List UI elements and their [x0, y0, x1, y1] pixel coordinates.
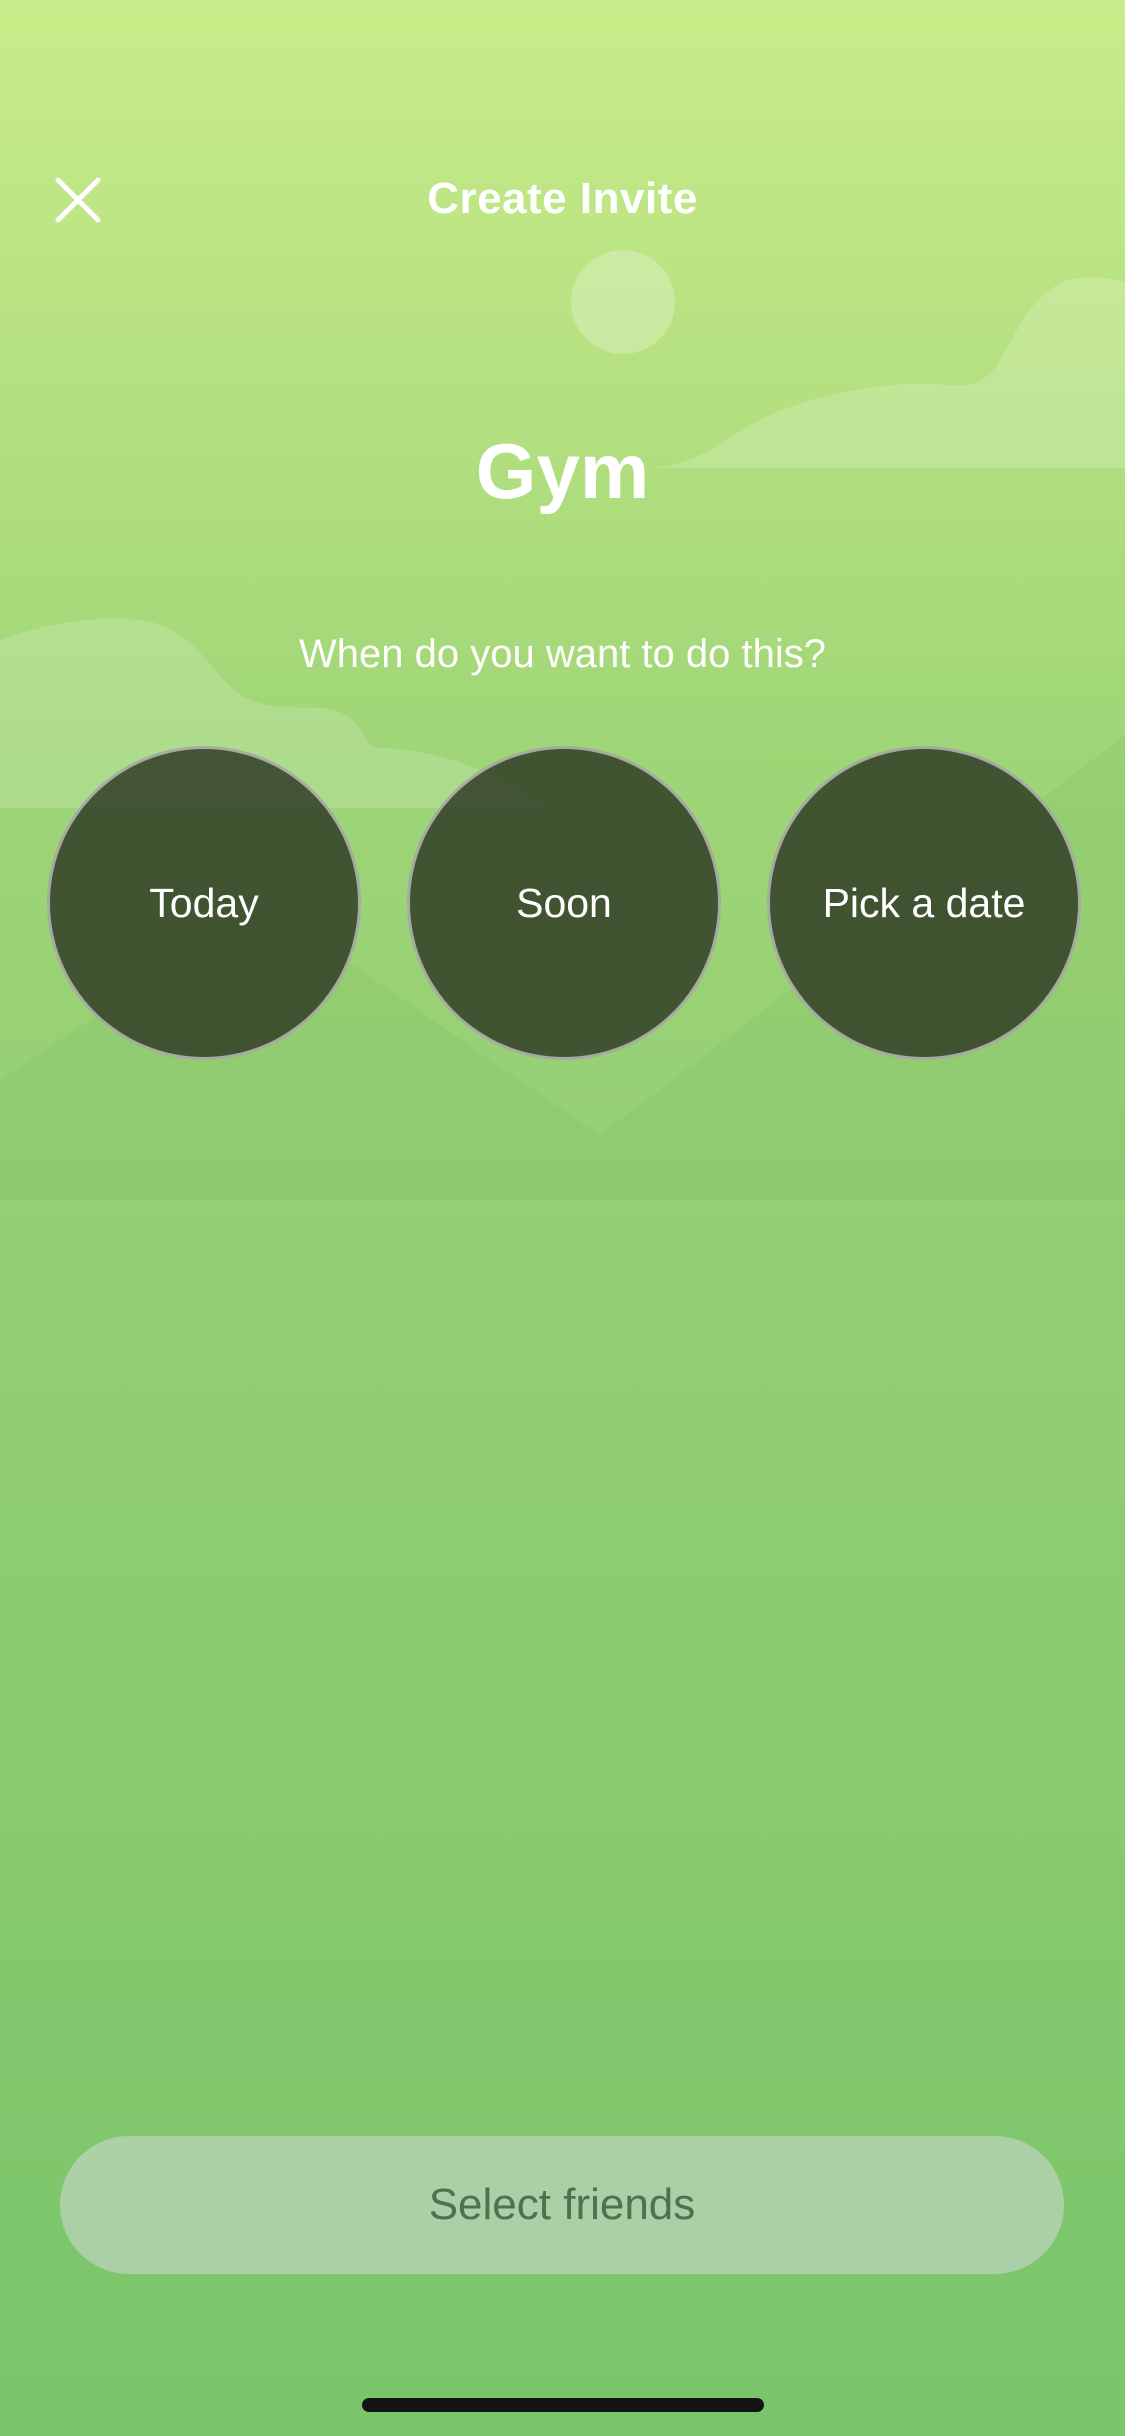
when-question: When do you want to do this?	[299, 632, 826, 676]
page-title: Create Invite	[427, 174, 698, 223]
option-pick-date-button[interactable]: Pick a date	[767, 746, 1081, 1060]
time-options: Today Soon Pick a date	[0, 746, 1125, 1062]
top-bar: Create Invite	[0, 160, 1125, 240]
activity-name: Gym	[475, 427, 650, 515]
select-friends-button[interactable]: Select friends	[60, 2136, 1064, 2274]
option-today-button[interactable]: Today	[47, 746, 361, 1060]
option-soon-button[interactable]: Soon	[407, 746, 721, 1060]
home-indicator	[362, 2398, 764, 2412]
sun-shape	[571, 250, 675, 354]
